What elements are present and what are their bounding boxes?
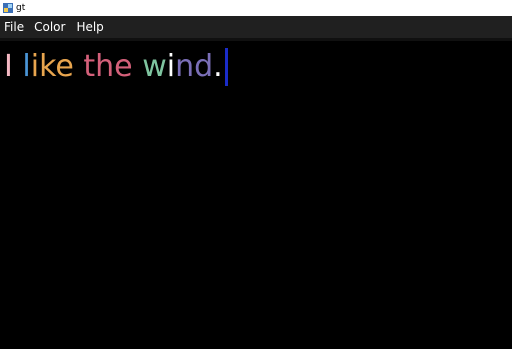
app-icon bbox=[3, 3, 13, 13]
menu-color[interactable]: Color bbox=[31, 16, 72, 38]
text-segment: I bbox=[4, 49, 13, 84]
text-segment: nd bbox=[175, 49, 214, 84]
text-segment bbox=[74, 47, 84, 87]
text-caret bbox=[224, 48, 228, 86]
text-segment: i bbox=[166, 49, 176, 84]
text-segment: the bbox=[83, 49, 133, 84]
text-segment: w bbox=[142, 49, 167, 84]
text-segment: . bbox=[213, 49, 223, 84]
window-title: gt bbox=[16, 3, 26, 13]
text-segment bbox=[13, 47, 23, 87]
menu-bar: File Color Help bbox=[0, 16, 512, 38]
title-bar: gt bbox=[0, 0, 512, 16]
text-segment bbox=[133, 47, 143, 87]
menu-help[interactable]: Help bbox=[72, 16, 110, 38]
text-segment: l bbox=[22, 49, 31, 84]
text-segment: ike bbox=[30, 49, 74, 84]
menu-file[interactable]: File bbox=[0, 16, 31, 38]
text-editor[interactable]: I l ike the w i nd . bbox=[0, 41, 512, 349]
text-line[interactable]: I l ike the w i nd . bbox=[4, 47, 228, 87]
